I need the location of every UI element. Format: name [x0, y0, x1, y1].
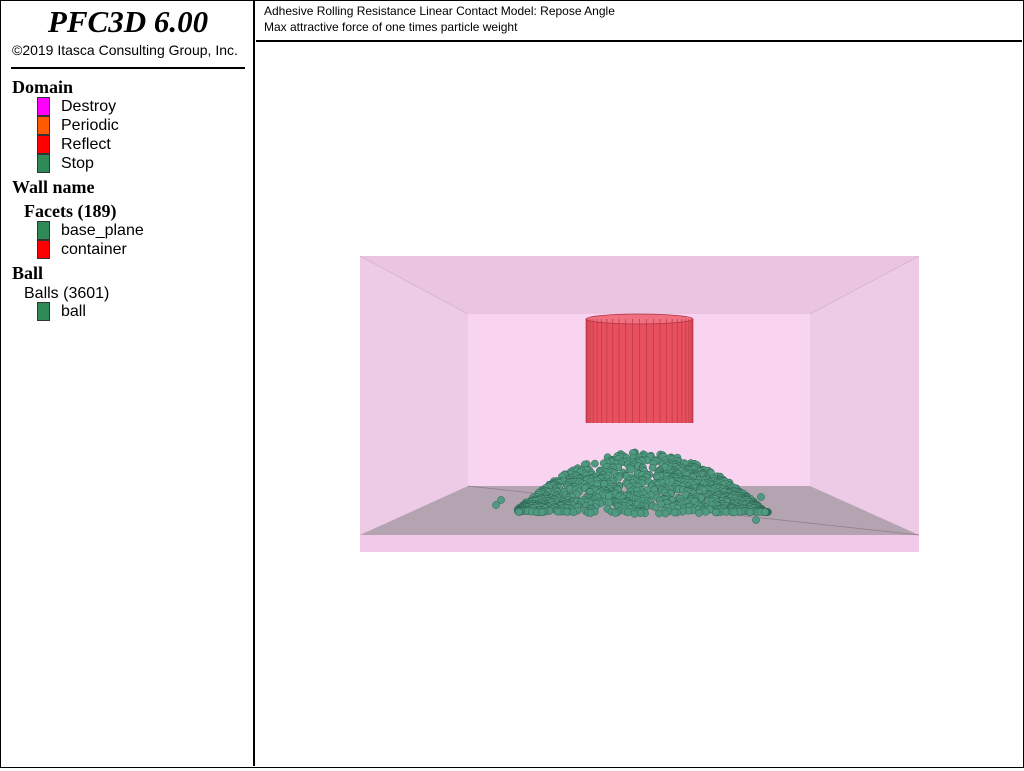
domain-heading: Domain	[12, 77, 74, 97]
ball-particle	[711, 508, 720, 517]
plot-title-line-1: Adhesive Rolling Resistance Linear Conta…	[264, 4, 615, 18]
ball-particle	[492, 501, 500, 509]
ball-label: ball	[61, 303, 86, 320]
base-plane-label: base_plane	[61, 222, 144, 239]
ball-particle	[701, 507, 710, 516]
reflect-swatch	[37, 135, 50, 154]
periodic-swatch	[37, 116, 50, 135]
base-plane-swatch	[37, 221, 50, 240]
container-label: container	[61, 241, 127, 258]
ball-particle	[757, 493, 765, 501]
legend-divider	[11, 67, 245, 69]
ball-particle	[591, 459, 599, 468]
reflect-label: Reflect	[61, 136, 111, 153]
balls-subheading: Balls (3601)	[24, 285, 110, 302]
ball-particle	[537, 508, 546, 517]
app-title: PFC3D 6.00	[47, 4, 209, 39]
container-swatch	[37, 240, 50, 259]
stop-swatch	[37, 154, 50, 173]
ball-heading: Ball	[12, 263, 44, 283]
periodic-label: Periodic	[61, 117, 119, 134]
model-view-svg	[359, 255, 920, 552]
ball-particle	[624, 508, 632, 517]
ball-particle	[611, 509, 620, 517]
legend-panel: PFC3D 6.00 ©2019 Itasca Consulting Group…	[1, 1, 255, 766]
3d-viewport[interactable]	[256, 42, 1022, 766]
ball-particle	[554, 507, 562, 516]
container-cylinder	[585, 313, 694, 423]
facets-subheading: Facets (189)	[24, 201, 117, 221]
destroy-label: Destroy	[61, 98, 117, 115]
ball-particle	[752, 516, 760, 524]
ball-particle	[670, 508, 679, 517]
ball-particle	[627, 465, 636, 474]
ball-particle	[569, 508, 578, 517]
ball-particle	[563, 508, 571, 516]
ball-particle	[761, 508, 769, 516]
ball-particle	[515, 508, 523, 516]
plot-title-bar: Adhesive Rolling Resistance Linear Conta…	[256, 1, 1022, 42]
stop-label: Stop	[61, 155, 94, 172]
domain-box-front-strip	[360, 535, 919, 552]
destroy-swatch	[37, 97, 50, 116]
ball-particle	[695, 509, 703, 517]
ball-swatch	[37, 302, 50, 321]
copyright-text: ©2019 Itasca Consulting Group, Inc.	[12, 42, 238, 58]
ball-particle	[661, 509, 670, 518]
container-facet-lines	[585, 319, 694, 423]
ball-particle	[630, 509, 639, 518]
ball-particle	[730, 508, 738, 517]
ball-particle	[655, 509, 663, 518]
ball-particle	[746, 508, 754, 516]
ball-particle	[586, 509, 595, 517]
plot-title-line-2: Max attractive force of one times partic…	[264, 20, 518, 34]
wall-name-heading: Wall name	[12, 177, 95, 197]
